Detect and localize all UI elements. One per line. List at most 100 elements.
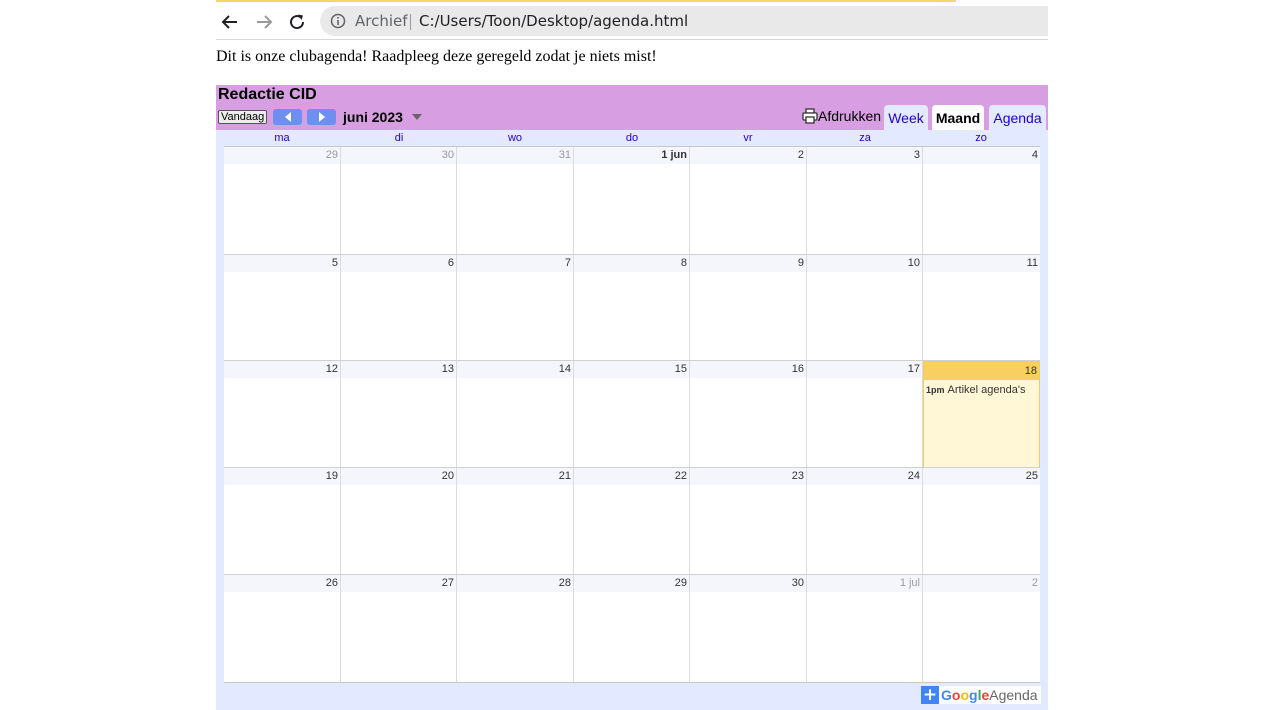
day-cell[interactable]: 7 xyxy=(457,255,574,361)
day-number[interactable]: 27 xyxy=(341,575,456,592)
day-cell[interactable]: 20 xyxy=(341,468,457,575)
day-number[interactable]: 17 xyxy=(807,361,922,378)
weekday-label: di xyxy=(394,132,404,144)
day-cell[interactable]: 16 xyxy=(690,361,807,468)
day-number[interactable]: 9 xyxy=(690,255,806,272)
day-cell[interactable]: 4 xyxy=(923,147,1040,255)
day-cell[interactable]: 18 1pm Artikel agenda's xyxy=(923,361,1040,468)
day-cell[interactable]: 26 xyxy=(224,575,341,682)
day-cell[interactable]: 29 xyxy=(574,575,690,682)
day-cell[interactable]: 13 xyxy=(341,361,457,468)
reload-icon xyxy=(290,14,305,30)
day-number[interactable]: 30 xyxy=(341,147,456,164)
day-cell[interactable]: 1 jul xyxy=(807,575,923,682)
day-cell[interactable]: 27 xyxy=(341,575,457,682)
weekday-label: zo xyxy=(975,132,987,144)
tab-week[interactable]: Week xyxy=(884,105,928,130)
day-number[interactable]: 3 xyxy=(807,147,922,164)
day-number[interactable]: 11 xyxy=(923,255,1040,272)
day-number[interactable]: 1 jun xyxy=(574,147,689,164)
day-number[interactable]: 24 xyxy=(807,468,922,485)
day-number[interactable]: 23 xyxy=(690,468,806,485)
prev-month-button[interactable] xyxy=(273,109,302,125)
day-cell[interactable]: 21 xyxy=(457,468,574,575)
calendar-event[interactable]: 1pm Artikel agenda's xyxy=(926,384,1039,396)
day-cell[interactable]: 8 xyxy=(574,255,690,361)
reload-button[interactable] xyxy=(283,8,311,36)
week-row: 5 6 7 8 9 10 11 xyxy=(224,255,1040,361)
day-number[interactable]: 30 xyxy=(690,575,806,592)
day-cell[interactable]: 10 xyxy=(807,255,923,361)
print-button[interactable]: Afdrukken xyxy=(802,108,881,124)
url-text[interactable]: C:/Users/Toon/Desktop/agenda.html xyxy=(419,12,688,30)
arrow-right-icon xyxy=(257,15,273,29)
day-cell[interactable]: 9 xyxy=(690,255,807,361)
day-number[interactable]: 16 xyxy=(690,361,806,378)
day-cell[interactable]: 1 jun xyxy=(574,147,690,255)
day-cell[interactable]: 25 xyxy=(923,468,1040,575)
forward-button[interactable] xyxy=(250,8,278,36)
tab-agenda[interactable]: Agenda xyxy=(989,105,1046,130)
day-number[interactable]: 26 xyxy=(224,575,340,592)
day-cell[interactable]: 22 xyxy=(574,468,690,575)
day-number[interactable]: 22 xyxy=(574,468,689,485)
day-cell[interactable]: 15 xyxy=(574,361,690,468)
day-cell[interactable]: 30 xyxy=(341,147,457,255)
day-number[interactable]: 5 xyxy=(224,255,340,272)
day-cell[interactable]: 19 xyxy=(224,468,341,575)
day-number[interactable]: 2 xyxy=(690,147,806,164)
day-cell[interactable]: 30 xyxy=(690,575,807,682)
day-number[interactable]: 29 xyxy=(574,575,689,592)
printer-icon xyxy=(802,108,818,124)
day-cell[interactable]: 28 xyxy=(457,575,574,682)
day-cell[interactable]: 5 xyxy=(224,255,341,361)
day-number[interactable]: 15 xyxy=(574,361,689,378)
day-number[interactable]: 21 xyxy=(457,468,573,485)
month-dropdown-icon[interactable] xyxy=(412,114,422,120)
browser-toolbar: Archief C:/Users/Toon/Desktop/agenda.htm… xyxy=(216,4,1048,40)
week-row: 19 20 21 22 23 24 25 xyxy=(224,468,1040,575)
day-cell[interactable]: 11 xyxy=(923,255,1040,361)
info-icon[interactable] xyxy=(330,13,346,29)
week-divider xyxy=(224,360,1040,361)
day-cell[interactable]: 2 xyxy=(923,575,1040,682)
day-number[interactable]: 14 xyxy=(457,361,573,378)
day-number[interactable]: 6 xyxy=(341,255,456,272)
next-month-button[interactable] xyxy=(307,109,336,125)
today-button[interactable]: Vandaag xyxy=(218,110,268,124)
day-number[interactable]: 25 xyxy=(923,468,1040,485)
back-button[interactable] xyxy=(216,8,244,36)
day-cell[interactable]: 2 xyxy=(690,147,807,255)
day-number[interactable]: 2 xyxy=(923,575,1040,592)
day-number[interactable]: 10 xyxy=(807,255,922,272)
day-number[interactable]: 31 xyxy=(457,147,573,164)
day-cell[interactable]: 3 xyxy=(807,147,923,255)
event-time: 1pm xyxy=(926,385,945,395)
day-cell[interactable]: 12 xyxy=(224,361,341,468)
day-number[interactable]: 4 xyxy=(923,147,1040,164)
weekday-label: wo xyxy=(507,132,523,144)
day-cell[interactable]: 24 xyxy=(807,468,923,575)
day-number[interactable]: 1 jul xyxy=(807,575,922,592)
plus-icon: + xyxy=(921,685,939,705)
day-number[interactable]: 7 xyxy=(457,255,573,272)
day-cell[interactable]: 14 xyxy=(457,361,574,468)
day-number[interactable]: 28 xyxy=(457,575,573,592)
day-cell[interactable]: 17 xyxy=(807,361,923,468)
address-bar[interactable]: Archief C:/Users/Toon/Desktop/agenda.htm… xyxy=(320,6,1048,36)
agenda-label: Agenda xyxy=(989,687,1038,703)
tab-month[interactable]: Maand xyxy=(932,105,984,130)
day-number[interactable]: 20 xyxy=(341,468,456,485)
day-number[interactable]: 13 xyxy=(341,361,456,378)
day-number[interactable]: 18 xyxy=(924,362,1039,380)
day-cell[interactable]: 31 xyxy=(457,147,574,255)
day-cell[interactable]: 29 xyxy=(224,147,341,255)
day-cell[interactable]: 23 xyxy=(690,468,807,575)
day-number[interactable]: 8 xyxy=(574,255,689,272)
day-number[interactable]: 29 xyxy=(224,147,340,164)
day-number[interactable]: 19 xyxy=(224,468,340,485)
google-agenda-badge[interactable]: + Google Agenda xyxy=(921,686,1041,704)
omnibox-separator xyxy=(410,14,411,30)
day-cell[interactable]: 6 xyxy=(341,255,457,361)
day-number[interactable]: 12 xyxy=(224,361,340,378)
